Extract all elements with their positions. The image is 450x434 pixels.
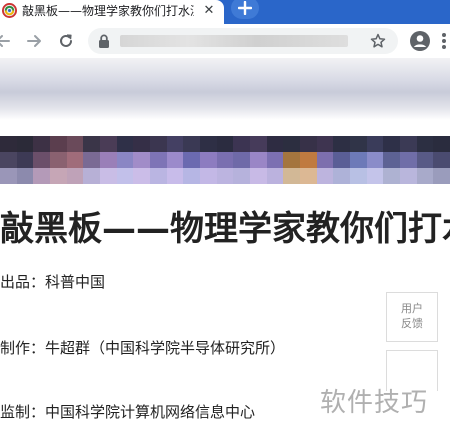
floating-side-button[interactable] [386, 350, 438, 391]
star-icon[interactable] [370, 33, 386, 49]
article-author: 制作：牛超群（中国科学院半导体研究所） [0, 339, 286, 357]
watermark: 软件技巧 [320, 388, 429, 418]
lock-icon [99, 34, 109, 48]
plus-icon [238, 1, 252, 15]
tab-close-icon[interactable]: ✕ [202, 4, 216, 18]
address-bar[interactable] [88, 28, 398, 54]
tab-title: 敲黑板——物理学家教你们打水漂 [22, 4, 194, 18]
site-header-banner-blurred [0, 58, 450, 120]
url-text-blurred [120, 35, 348, 47]
pixelated-nav-strip [0, 136, 450, 184]
feedback-label: 用户 反馈 [401, 302, 423, 330]
account-icon[interactable] [409, 30, 431, 52]
article-title: 敲黑板——物理学家教你们打水漂 [0, 209, 450, 249]
browser-toolbar [0, 24, 450, 58]
more-vert-icon[interactable] [440, 31, 448, 51]
site-favicon-icon [2, 3, 17, 18]
tab-strip: 敲黑板——物理学家教你们打水漂 ✕ [0, 0, 450, 24]
browser-window: 敲黑板——物理学家教你们打水漂 ✕ 敲黑板——物理学家教你们打 出品：科普中国 … [0, 0, 450, 434]
article-producer: 出品：科普中国 [0, 273, 106, 291]
article-supervisor: 监制：中国科学院计算机网络信息中心 [0, 403, 256, 421]
user-feedback-button[interactable]: 用户 反馈 [386, 292, 438, 342]
arrow-left-icon[interactable] [0, 32, 12, 50]
active-tab[interactable]: 敲黑板——物理学家教你们打水漂 ✕ [0, 0, 224, 24]
arrow-right-icon[interactable] [25, 32, 43, 50]
reload-icon[interactable] [57, 32, 75, 50]
new-tab-button[interactable] [231, 0, 259, 19]
